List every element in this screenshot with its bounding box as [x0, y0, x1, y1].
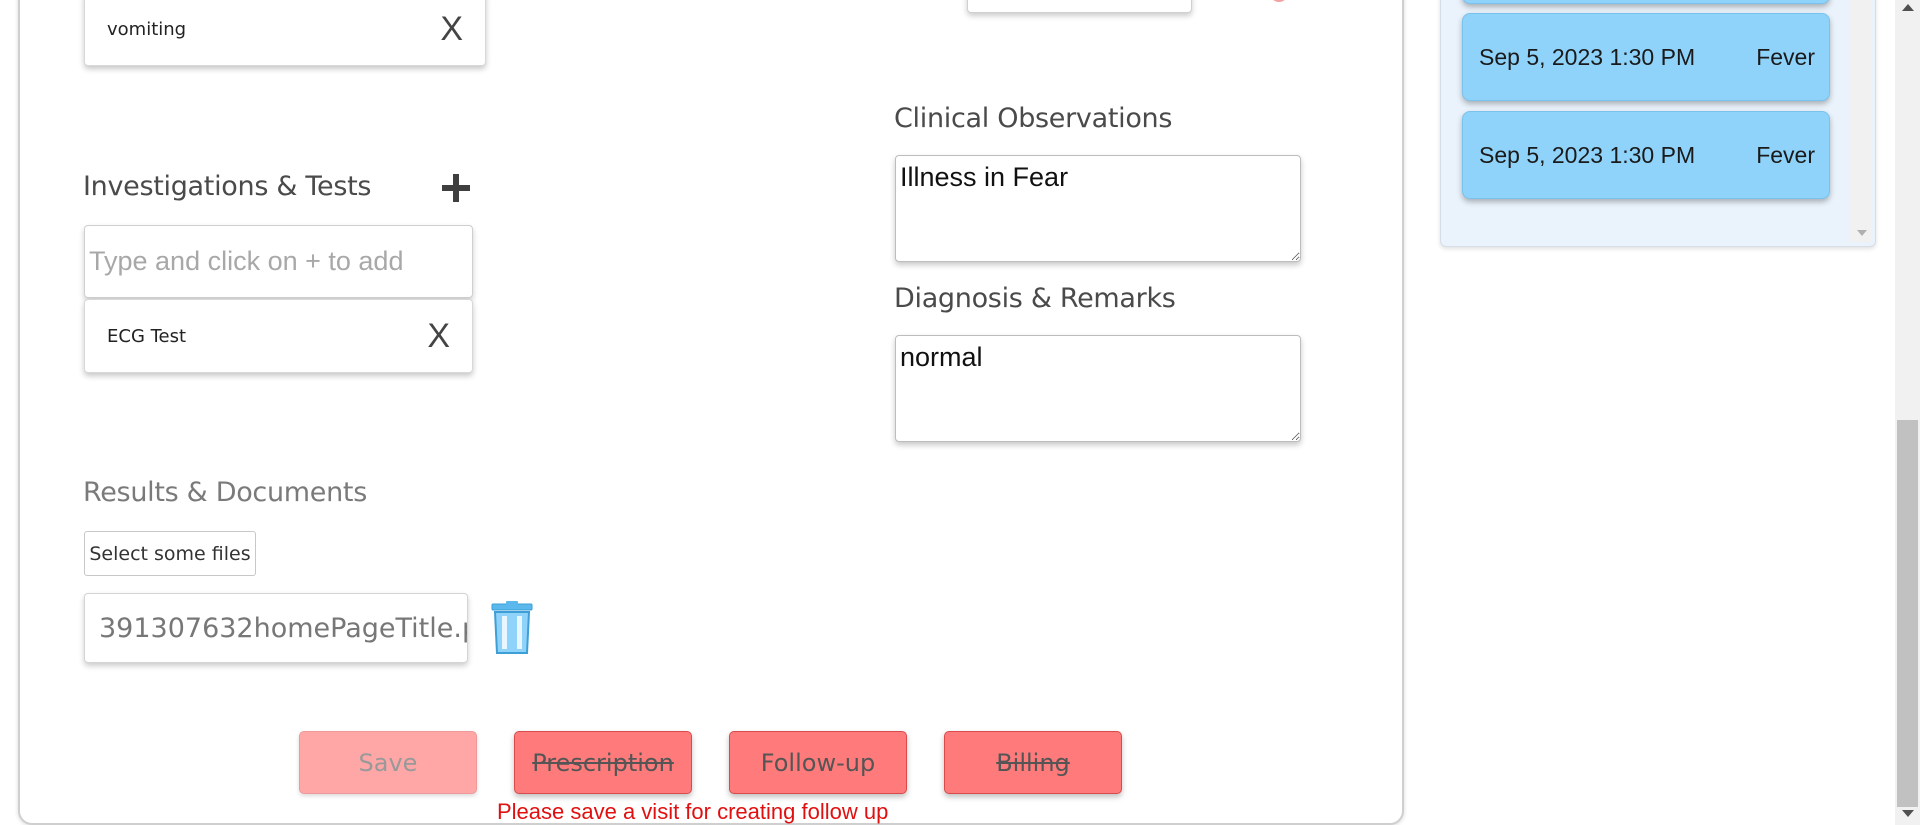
clinical-observations-title: Clinical Observations — [894, 103, 1173, 134]
visit-page: vomiting X Investigations & Tests ECG Te… — [0, 0, 1920, 825]
prescription-button-label: Prescription — [532, 748, 674, 777]
visit-card-reason: Fever — [1756, 141, 1815, 168]
investigation-chip: ECG Test X — [84, 299, 473, 373]
billing-button[interactable]: Billing — [944, 731, 1122, 794]
documents-title: Results & Documents — [83, 477, 367, 508]
visit-card[interactable]: Sep 5, 2023 1:30 PM Fever — [1462, 111, 1830, 199]
add-investigation-plus-icon[interactable] — [439, 171, 473, 205]
prescription-button[interactable]: Prescription — [514, 731, 692, 794]
followup-warning-text: Please save a visit for creating follow … — [497, 799, 889, 824]
symptom-chip-label: vomiting — [107, 18, 187, 40]
investigations-title: Investigations & Tests — [83, 171, 372, 202]
clinical-observations-textarea[interactable] — [895, 155, 1301, 262]
diagnosis-title: Diagnosis & Remarks — [894, 283, 1176, 314]
followup-button-label: Follow-up — [760, 748, 876, 777]
visit-card-datetime: Sep 5, 2023 1:30 PM — [1479, 43, 1696, 70]
visit-history-scrollbar[interactable] — [1850, 0, 1872, 242]
trash-icon[interactable] — [490, 601, 534, 655]
save-button-label: Save — [358, 748, 418, 777]
uploaded-file-name: 391307632homePageTitle.p... — [84, 593, 468, 663]
followup-button[interactable]: Follow-up — [729, 731, 907, 794]
visit-card-partial[interactable] — [1462, 0, 1830, 4]
symptom-chip: vomiting X — [84, 0, 486, 66]
visit-card-reason: Fever — [1756, 43, 1815, 70]
investigation-remove-icon[interactable]: X — [427, 319, 450, 353]
visit-card[interactable]: Sep 5, 2023 1:30 PM Fever — [1462, 13, 1830, 101]
select-files-button[interactable]: Select some files — [84, 531, 256, 576]
symptom-remove-icon[interactable]: X — [440, 12, 463, 46]
scroll-up-arrow-icon[interactable] — [1902, 4, 1914, 11]
top-field-partial[interactable] — [967, 0, 1192, 13]
visit-scroll-down-icon[interactable] — [1857, 230, 1867, 236]
investigation-chip-label: ECG Test — [107, 325, 187, 347]
scroll-down-arrow-icon[interactable] — [1902, 810, 1914, 817]
visit-card-datetime: Sep 5, 2023 1:30 PM — [1479, 141, 1696, 168]
diagnosis-textarea[interactable] — [895, 335, 1301, 442]
save-button[interactable]: Save — [299, 731, 477, 794]
billing-button-label: Billing — [996, 748, 1070, 777]
page-scroll-thumb[interactable] — [1897, 420, 1918, 807]
investigation-input[interactable] — [84, 225, 473, 298]
